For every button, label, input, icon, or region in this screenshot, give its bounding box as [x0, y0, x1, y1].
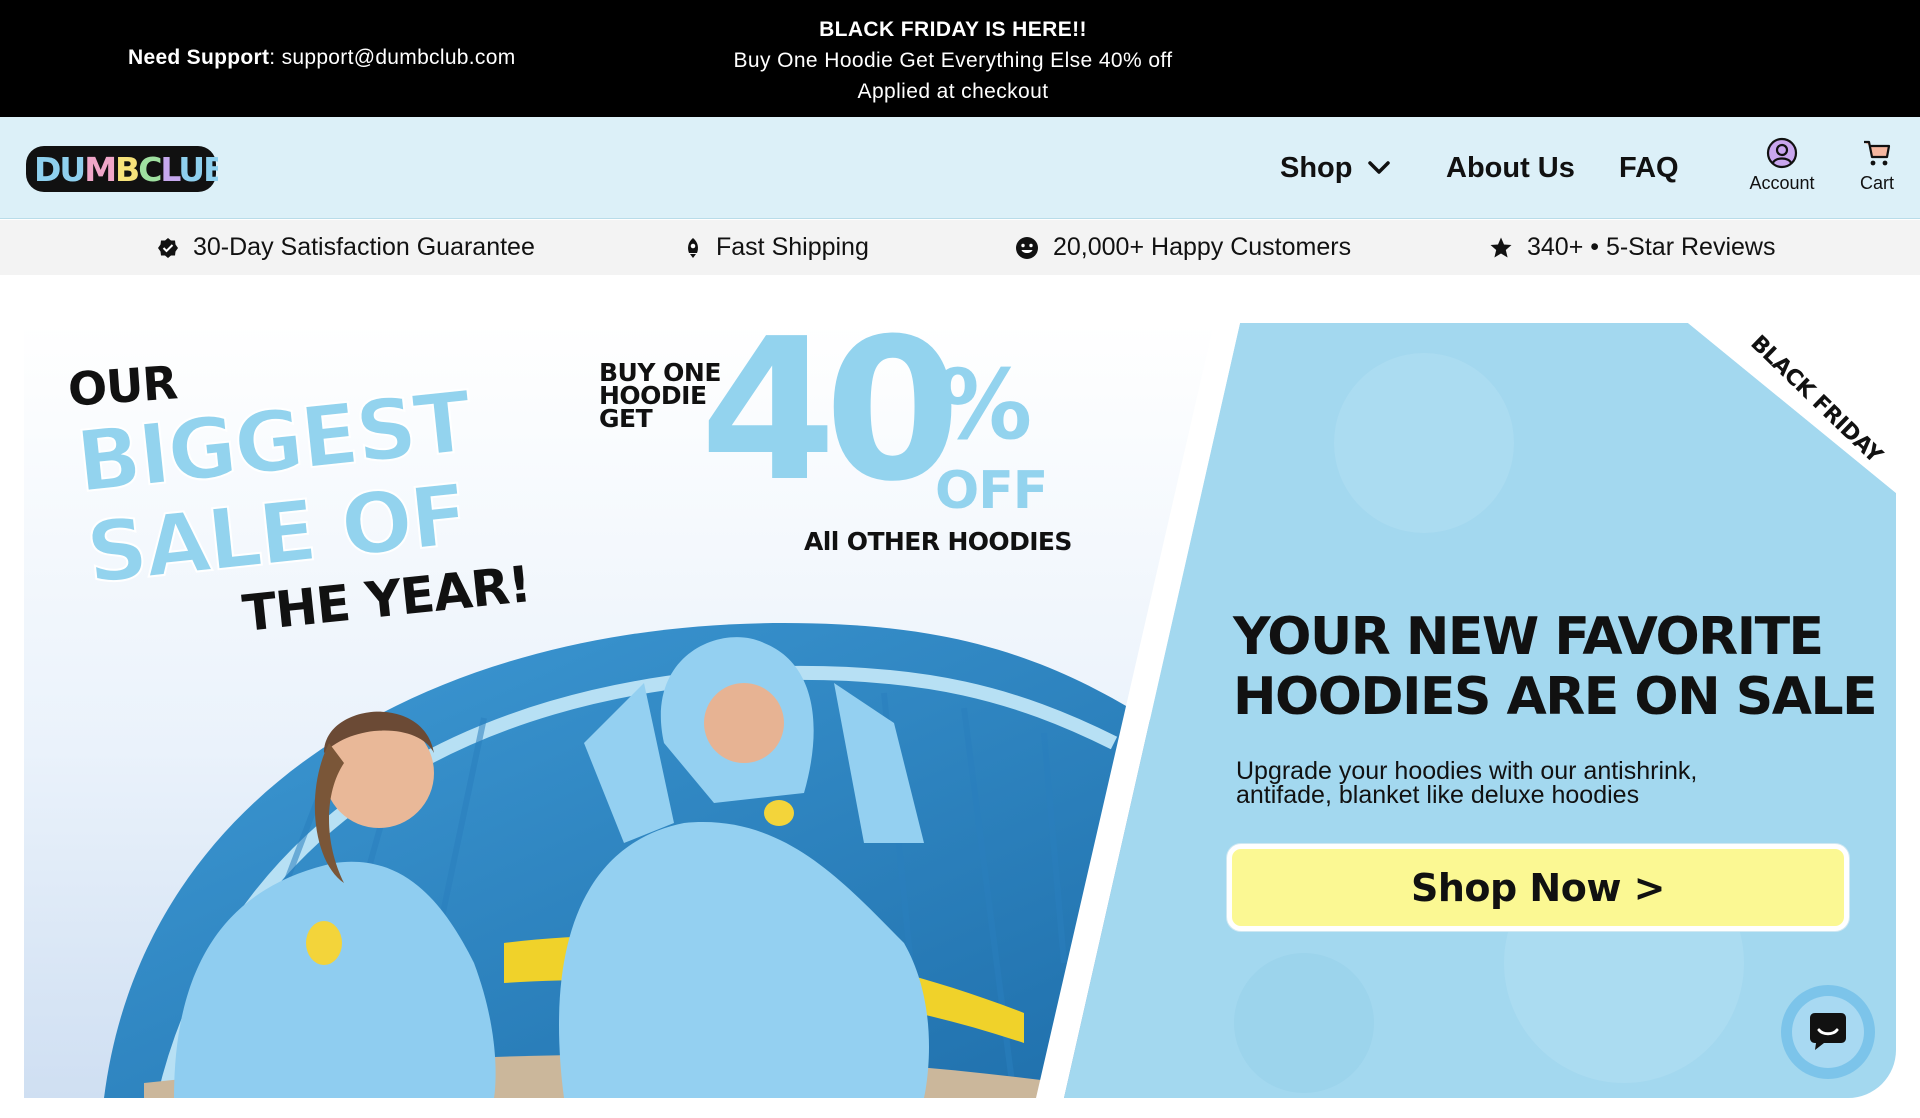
rocket-icon [688, 237, 698, 258]
nav-about-label: About Us [1446, 151, 1575, 184]
nav-about-us[interactable]: About Us [1446, 117, 1575, 219]
hero-title: YOUR NEW FAVORITE HOODIES ARE ON SALE [1233, 607, 1878, 727]
verified-badge-icon [158, 237, 178, 258]
hero-all-other-text: All OTHER HOODIES [804, 527, 1072, 556]
benefit-shipping: Fast Shipping [684, 220, 869, 275]
promo-message: BLACK FRIDAY IS HERE!! Buy One Hoodie Ge… [640, 14, 1266, 107]
support-label: Need Support [128, 46, 270, 69]
promo-offer: Buy One Hoodie Get Everything Else 40% o… [733, 49, 1173, 72]
hero-subtitle-line-2: antifade, blanket like deluxe hoodies [1236, 781, 1640, 809]
benefits-bar: 30-Day Satisfaction Guarantee Fast Shipp… [0, 220, 1920, 275]
dumbclub-logo[interactable]: DUMBCLUB [24, 143, 218, 195]
nav-shop[interactable]: Shop [1280, 117, 1391, 219]
announcement-bar: Need Support: support@dumbclub.com BLACK… [0, 0, 1920, 117]
hero-title-line-1: YOUR NEW FAVORITE [1233, 607, 1824, 667]
support-info: Need Support: support@dumbclub.com [128, 46, 516, 70]
cart-label: Cart [1859, 173, 1894, 193]
benefit-customers-label: 20,000+ Happy Customers [1053, 233, 1352, 261]
nav-shop-label: Shop [1280, 151, 1353, 184]
promo-headline: BLACK FRIDAY IS HERE!! [819, 18, 1087, 41]
chat-icon [1810, 1013, 1846, 1050]
chat-widget-inner [1792, 996, 1864, 1068]
hero-title-line-2: HOODIES ARE ON SALE [1233, 667, 1878, 727]
benefit-guarantee-label: 30-Day Satisfaction Guarantee [193, 233, 535, 261]
shop-now-button[interactable]: Shop Now > [1227, 844, 1849, 931]
smiley-icon [1016, 236, 1038, 259]
account-button[interactable]: Account [1737, 137, 1827, 194]
chat-widget-button[interactable] [1781, 985, 1875, 1079]
benefit-reviews: 340+ • 5-Star Reviews [1489, 220, 1775, 275]
support-separator: : [269, 46, 276, 69]
svg-text:DUMBCLUB: DUMBCLUB [34, 150, 218, 189]
cart-button[interactable]: Cart [1832, 137, 1920, 194]
benefit-shipping-label: Fast Shipping [716, 233, 869, 261]
hero-subtitle-line-1: Upgrade your hoodies with our antishrink… [1236, 757, 1698, 785]
account-label: Account [1749, 173, 1815, 193]
hero-discount-number: 40 [700, 323, 961, 525]
chevron-down-icon [1367, 161, 1390, 174]
site-header: DUMBCLUB Shop About Us FAQ Account Cart [0, 117, 1920, 219]
star-icon [1490, 237, 1512, 257]
hero-off-text: OFF [935, 461, 1048, 521]
benefit-guarantee: 30-Day Satisfaction Guarantee [157, 220, 535, 275]
hero-subtitle: Upgrade your hoodies with our antishrink… [1236, 757, 1796, 809]
hero-banner: OUR BIGGEST SALE OF THE YEAR! BUY ONE HO… [24, 323, 1896, 1098]
support-email-link[interactable]: support@dumbclub.com [282, 46, 516, 69]
cart-icon [1864, 140, 1891, 166]
promo-note: Applied at checkout [857, 80, 1049, 103]
account-icon [1766, 137, 1798, 169]
benefit-reviews-label: 340+ • 5-Star Reviews [1527, 233, 1776, 261]
nav-faq-label: FAQ [1619, 151, 1679, 184]
benefit-customers: 20,000+ Happy Customers [1015, 220, 1351, 275]
hero-percent-sign: % [936, 349, 1033, 461]
nav-faq[interactable]: FAQ [1619, 117, 1679, 219]
